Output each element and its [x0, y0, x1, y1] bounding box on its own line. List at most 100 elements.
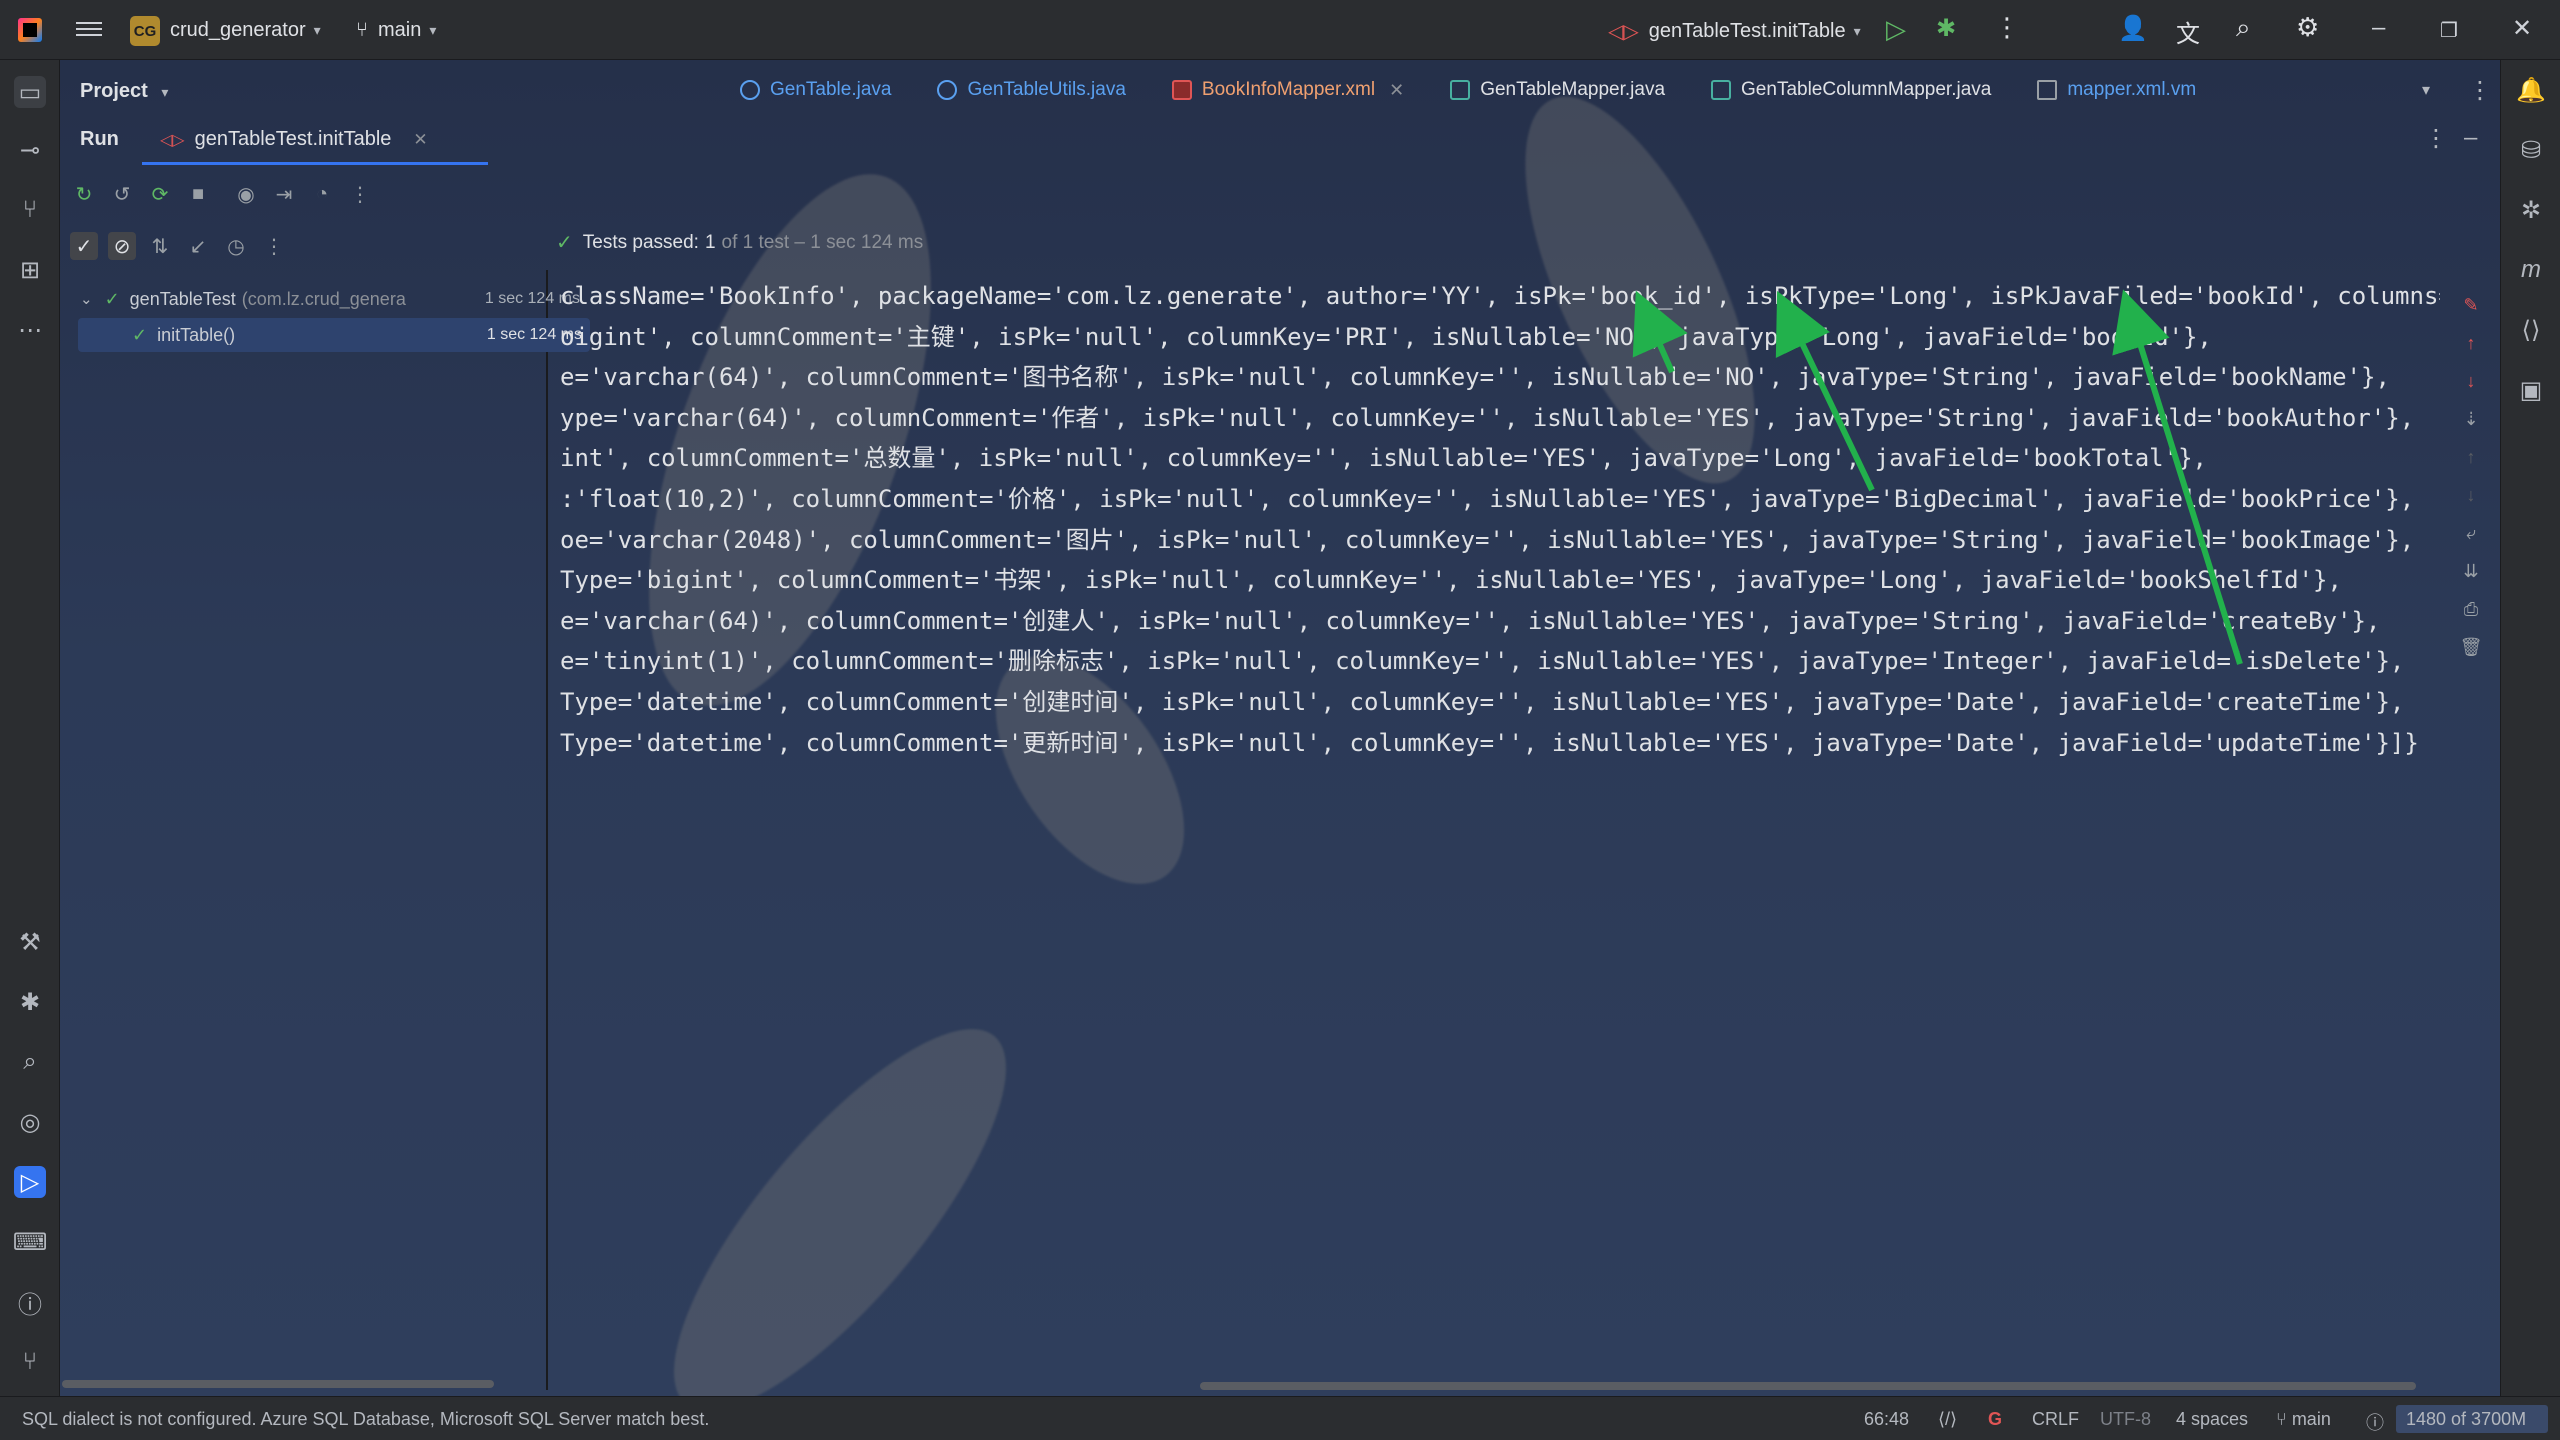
caret-position[interactable]: 66:48: [1864, 1409, 1909, 1430]
build-icon[interactable]: ⚒: [14, 926, 46, 958]
run-button[interactable]: ▷: [1886, 14, 1906, 45]
toggle-auto-test-icon[interactable]: ⟳: [146, 180, 174, 208]
status-branch[interactable]: ⑂ main: [2276, 1409, 2331, 1430]
more-icon[interactable]: ⋮: [260, 232, 288, 260]
next-occurrence-icon[interactable]: ↓: [2456, 362, 2486, 400]
down-stack-icon[interactable]: ↓: [2456, 476, 2486, 514]
xml-file-icon: [1171, 80, 1192, 100]
check-icon: ✓: [104, 288, 120, 309]
debug-button[interactable]: ✱: [1936, 14, 1956, 43]
code-icon[interactable]: ⟨⟩: [2515, 314, 2547, 346]
show-passed-icon[interactable]: ✓: [70, 232, 98, 260]
check-icon: ✓: [132, 324, 148, 345]
edit-config-icon[interactable]: ✎: [2456, 286, 2486, 324]
class-icon: [937, 80, 958, 100]
panel-options-icon[interactable]: ⋮: [2424, 124, 2448, 153]
sort-icon[interactable]: ⇅: [146, 232, 174, 260]
left-tool-stripe: ▭ ⊸ ⑂ ⊞ ⋯ ⚒ ✱ ⌕ ◎ ▷ ⌨ ⓘ ⑂: [0, 60, 60, 1396]
show-ignored-icon[interactable]: ⊘: [108, 232, 136, 260]
run-tool-icon[interactable]: ▷: [14, 1166, 46, 1198]
settings-icon[interactable]: ⚙: [2296, 12, 2319, 43]
memory-indicator[interactable]: 1480 of 3700M: [2406, 1409, 2526, 1430]
add-user-icon[interactable]: 👤: [2118, 14, 2148, 43]
collapse-icon[interactable]: ↙: [184, 232, 212, 260]
coverage-icon[interactable]: ◔: [308, 180, 336, 208]
project-folder-icon[interactable]: ▭: [14, 76, 46, 108]
search-icon[interactable]: ⌕: [2236, 12, 2251, 44]
close-tab-icon[interactable]: ✕: [1389, 80, 1404, 101]
project-panel-header[interactable]: Project ▾: [80, 80, 168, 103]
find-icon[interactable]: ⌕: [14, 1046, 46, 1078]
previous-occurrence-icon[interactable]: ↑: [2456, 324, 2486, 362]
tabs-more-icon[interactable]: ⋮: [2468, 76, 2492, 105]
rerun-failed-icon[interactable]: ↺: [108, 180, 136, 208]
history-icon[interactable]: ◷: [222, 232, 250, 260]
maximize-button[interactable]: ❐: [2440, 18, 2458, 43]
structure-icon[interactable]: ⊞: [14, 254, 46, 286]
close-window-button[interactable]: ✕: [2512, 14, 2532, 43]
more-actions-icon[interactable]: ⋮: [1994, 12, 2020, 43]
test-tree-node[interactable]: ✓ initTable() 1 sec 124 ms: [78, 318, 590, 352]
more-icon[interactable]: ⋮: [346, 180, 374, 208]
soft-wrap-icon[interactable]: ⤶: [2456, 514, 2486, 552]
close-tab-icon[interactable]: ✕: [413, 130, 427, 150]
hide-panel-icon[interactable]: –: [2464, 124, 2477, 152]
console-output[interactable]: className='BookInfo', packageName='com.l…: [560, 276, 2440, 1376]
ai-assistant-icon[interactable]: ▣: [2515, 374, 2547, 406]
console-line: Type='bigint', columnComment='书架', isPk=…: [560, 566, 2342, 595]
chevron-down-icon: ▾: [429, 22, 437, 38]
project-badge[interactable]: CG: [130, 16, 160, 46]
tabs-dropdown-icon[interactable]: ▾: [2422, 80, 2430, 100]
tab-bookinfomapper-xml[interactable]: BookInfoMapper.xml ✕: [1171, 79, 1404, 101]
git-icon[interactable]: ⑂: [14, 1346, 46, 1378]
terminal-icon[interactable]: ⌨: [13, 1226, 48, 1258]
database-icon[interactable]: ⛁: [2515, 134, 2547, 166]
translate-icon[interactable]: 文: [2176, 14, 2200, 49]
services-icon[interactable]: ◎: [14, 1106, 46, 1138]
project-selector[interactable]: crud_generator ▾: [170, 19, 321, 42]
google-icon[interactable]: G: [1988, 1409, 2002, 1430]
tree-horizontal-scrollbar[interactable]: [62, 1380, 494, 1388]
clear-all-icon[interactable]: 🗑: [2456, 628, 2486, 666]
scroll-to-end-icon[interactable]: ⇊: [2456, 552, 2486, 590]
rerun-icon[interactable]: ↻: [70, 180, 98, 208]
run-config-selector[interactable]: ◁▷ genTableTest.initTable ▾: [1608, 19, 1861, 44]
chevron-down-icon[interactable]: ⌄: [80, 290, 93, 308]
commit-icon[interactable]: ⊸: [14, 134, 46, 166]
indent-setting[interactable]: 4 spaces: [2176, 1409, 2248, 1430]
ide-logo-icon[interactable]: [18, 18, 42, 42]
screenshot-icon[interactable]: ◉: [232, 180, 260, 208]
sort-output-icon[interactable]: ⇣: [2456, 400, 2486, 438]
pull-requests-icon[interactable]: ⑂: [14, 194, 46, 226]
main-menu-icon[interactable]: [76, 18, 102, 42]
notifications-icon[interactable]: 🔔: [2515, 74, 2547, 106]
status-branch-name: main: [2291, 1409, 2331, 1429]
tab-gentable-java[interactable]: GenTable.java: [740, 79, 891, 101]
ai-status-icon[interactable]: ⟨/⟩: [1938, 1409, 1957, 1430]
run-tab[interactable]: ◁▷ genTableTest.initTable ✕: [160, 128, 428, 151]
maven-icon[interactable]: m: [2515, 254, 2547, 286]
tab-mapper-xml-vm[interactable]: mapper.xml.vm: [2037, 79, 2196, 101]
tab-label: GenTableMapper.java: [1480, 79, 1666, 100]
test-method-name: initTable(): [157, 324, 236, 345]
file-encoding[interactable]: UTF-8: [2100, 1409, 2151, 1430]
print-icon[interactable]: ⎙: [2456, 590, 2486, 628]
up-stack-icon[interactable]: ↑: [2456, 438, 2486, 476]
stop-icon[interactable]: ■: [184, 180, 212, 208]
branch-icon: ⑂: [2276, 1409, 2292, 1429]
status-message[interactable]: SQL dialect is not configured. Azure SQL…: [22, 1409, 709, 1430]
test-tree-node[interactable]: ⌄ ✓ genTableTest (com.lz.crud_genera 1 s…: [80, 282, 588, 316]
plugin-icon[interactable]: ✲: [2515, 194, 2547, 226]
debug-icon[interactable]: ✱: [14, 986, 46, 1018]
export-icon[interactable]: ⇥: [270, 180, 298, 208]
tab-gentableutils-java[interactable]: GenTableUtils.java: [937, 79, 1126, 101]
console-horizontal-scrollbar[interactable]: [1200, 1382, 2416, 1390]
more-tools-icon[interactable]: ⋯: [14, 314, 46, 346]
minimize-button[interactable]: –: [2372, 14, 2385, 42]
tab-gentablecolumnmapper-java[interactable]: GenTableColumnMapper.java: [1711, 79, 1991, 101]
line-separator[interactable]: CRLF: [2032, 1409, 2079, 1430]
info-icon[interactable]: ⓘ: [2366, 1409, 2384, 1435]
branch-selector[interactable]: ⑂ main ▾: [356, 19, 436, 42]
tab-gentablemapper-java[interactable]: GenTableMapper.java: [1450, 79, 1665, 101]
problems-icon[interactable]: ⓘ: [14, 1286, 46, 1319]
